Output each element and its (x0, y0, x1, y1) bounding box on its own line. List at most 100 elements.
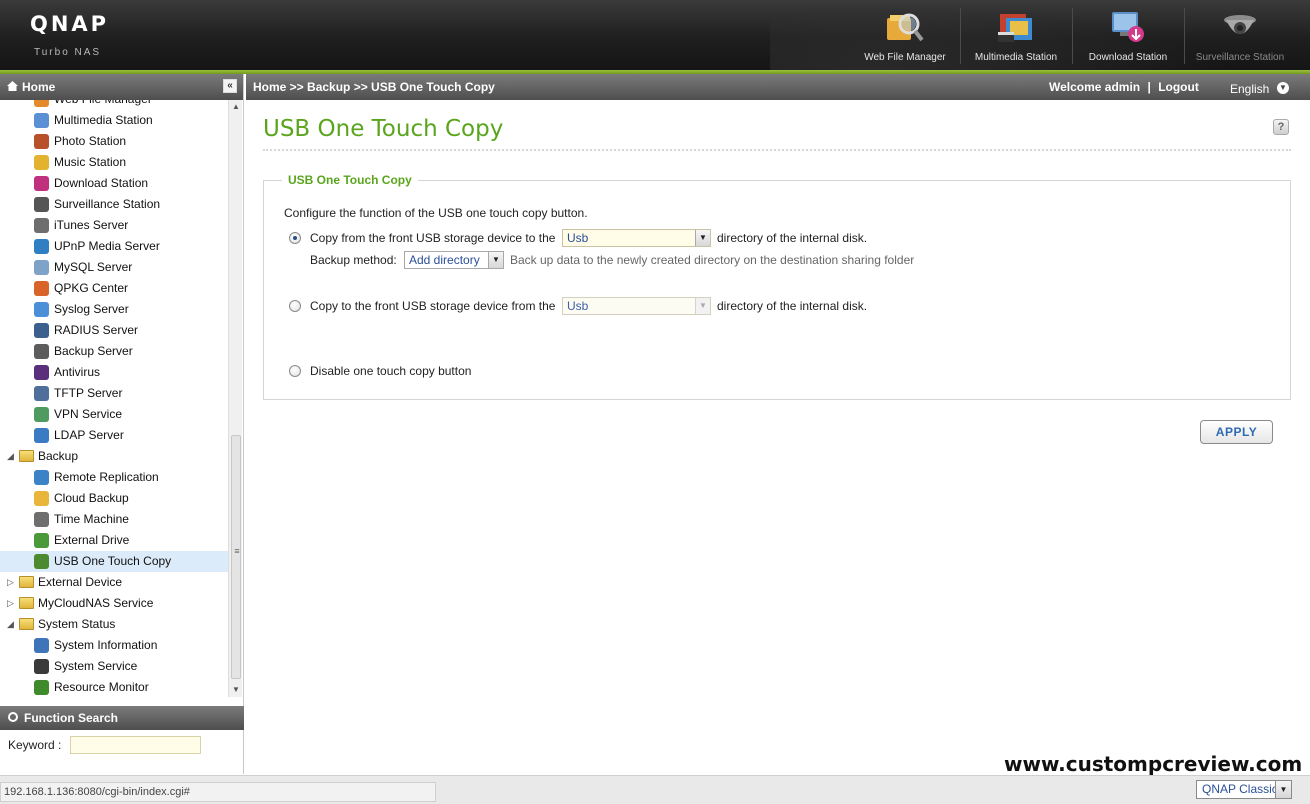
title-divider (263, 149, 1291, 151)
tree-item[interactable]: External Drive (0, 530, 228, 551)
radius-icon (34, 323, 49, 338)
chevron-down-icon[interactable]: ▼ (1277, 82, 1289, 94)
tree-item[interactable]: System Information (0, 635, 228, 656)
chevron-down-icon: ▼ (1275, 781, 1291, 798)
nav-panel-title[interactable]: Home (22, 80, 55, 94)
collapsed-arrow-icon[interactable]: ▷ (7, 593, 14, 614)
folder-icon (19, 597, 34, 609)
ldap-icon (34, 428, 49, 443)
tree-item[interactable]: RADIUS Server (0, 320, 228, 341)
chevron-down-icon: ▼ (488, 252, 503, 268)
tree-item[interactable]: QPKG Center (0, 278, 228, 299)
collapsed-arrow-icon[interactable]: ▷ (7, 572, 14, 593)
tree-item[interactable]: Time Machine (0, 509, 228, 530)
top-app-multimedia-station[interactable]: Multimedia Station (961, 6, 1071, 66)
backup-server-icon (34, 344, 49, 359)
keyword-label: Keyword : (8, 738, 62, 752)
photo-station-icon (34, 134, 49, 149)
top-app-web-file-manager[interactable]: Web File Manager (850, 6, 960, 66)
resource-monitor-icon (34, 680, 49, 695)
language-selector[interactable]: English (1230, 76, 1269, 102)
navigation-tree: Web File Manager Multimedia Station Photo … (0, 100, 228, 700)
collapse-panel-button[interactable]: « (223, 79, 237, 93)
apply-button[interactable]: APPLY (1200, 420, 1273, 444)
logout-link[interactable]: Logout (1158, 80, 1199, 94)
tree-item[interactable]: Surveillance Station (0, 194, 228, 215)
tree-item[interactable]: Multimedia Station (0, 110, 228, 131)
tree-item[interactable]: LDAP Server (0, 425, 228, 446)
tree-item[interactable]: USB One Touch Copy (0, 551, 228, 572)
option-copy-to-usb-radio[interactable] (289, 300, 301, 312)
browser-status-bar: 192.168.1.136:8080/cgi-bin/index.cgi# QN… (0, 775, 1310, 804)
tree-item-label: Surveillance Station (54, 197, 161, 211)
tree-group[interactable]: ▷ External Device (0, 572, 228, 593)
web-file-manager-icon (885, 8, 925, 46)
grip-icon: ≡ (234, 546, 240, 556)
tree-item[interactable]: Web File Manager (0, 100, 228, 110)
top-app-download-station[interactable]: Download Station (1073, 6, 1183, 66)
tree-item[interactable]: Cloud Backup (0, 488, 228, 509)
scrollbar-thumb[interactable]: ≡ (231, 435, 241, 679)
tree-item[interactable]: VPN Service (0, 404, 228, 425)
tree-item[interactable]: MySQL Server (0, 257, 228, 278)
keyword-input[interactable] (70, 736, 201, 754)
qnap-logo[interactable]: QNAP (30, 12, 109, 36)
theme-select[interactable]: QNAP Classic ▼ (1196, 780, 1292, 799)
folder-icon (19, 450, 34, 462)
tree-item[interactable]: System Service (0, 656, 228, 677)
top-app-label: Surveillance Station (1195, 52, 1285, 63)
tree-group[interactable]: ▷ MyCloudNAS Service (0, 593, 228, 614)
option-disable-radio[interactable] (289, 365, 301, 377)
top-app-surveillance-station[interactable]: Surveillance Station (1185, 6, 1295, 66)
section-title: USB One Touch Copy (282, 173, 418, 187)
chevron-down-icon: ▼ (695, 298, 710, 314)
copy-to-directory-select[interactable]: Usb ▼ (562, 297, 711, 315)
tree-item-label: Multimedia Station (54, 113, 153, 127)
option-copy-from-usb-radio[interactable] (289, 232, 301, 244)
logo-subtitle: Turbo NAS (34, 47, 102, 58)
tree-item[interactable]: Download Station (0, 173, 228, 194)
help-icon[interactable]: ? (1273, 119, 1289, 135)
option-copy-from-usb-suffix: directory of the internal disk. (717, 231, 868, 245)
tree-item[interactable]: UPnP Media Server (0, 236, 228, 257)
backup-method-select[interactable]: Add directory ▼ (404, 251, 504, 269)
scroll-up-arrow-icon[interactable]: ▲ (229, 100, 243, 114)
tree-item-label: Time Machine (54, 512, 129, 526)
top-app-label: Download Station (1088, 52, 1168, 63)
tree-item[interactable]: TFTP Server (0, 383, 228, 404)
tree-group[interactable]: ◢ Backup (0, 446, 228, 467)
tree-group[interactable]: ◢ System Status (0, 614, 228, 635)
upnp-icon (34, 239, 49, 254)
function-search-panel: Function Search Keyword : (0, 706, 244, 774)
select-value: Add directory (409, 253, 480, 267)
status-url: 192.168.1.136:8080/cgi-bin/index.cgi# (0, 782, 436, 802)
tree-item-label: Backup (38, 449, 79, 463)
tree-item-label: Antivirus (54, 365, 101, 379)
main-header-bar: Home >> Backup >> USB One Touch Copy Wel… (246, 74, 1310, 100)
tree-item[interactable]: Syslog Server (0, 299, 228, 320)
page-title: USB One Touch Copy (263, 116, 504, 142)
tree-item[interactable]: Antivirus (0, 362, 228, 383)
expanded-arrow-icon[interactable]: ◢ (7, 446, 14, 467)
copy-from-directory-select[interactable]: Usb ▼ (562, 229, 711, 247)
expanded-arrow-icon[interactable]: ◢ (7, 614, 14, 635)
tree-item-label: System Service (54, 659, 138, 673)
tree-item-label: Web File Manager (54, 100, 152, 110)
tree-item[interactable]: Resource Monitor (0, 677, 228, 698)
option-copy-to-usb-label: Copy to the front USB storage device fro… (310, 299, 556, 313)
folder-icon (19, 618, 34, 630)
breadcrumb[interactable]: Home >> Backup >> USB One Touch Copy (253, 74, 495, 100)
tree-item[interactable]: iTunes Server (0, 215, 228, 236)
tree-item-label: External Device (38, 575, 123, 589)
top-app-label: Multimedia Station (974, 52, 1058, 63)
scroll-down-arrow-icon[interactable]: ▼ (229, 683, 243, 697)
tree-item[interactable]: Music Station (0, 152, 228, 173)
tree-scrollbar[interactable]: ▲ ≡ ▼ (228, 100, 242, 697)
tree-item[interactable]: Remote Replication (0, 467, 228, 488)
tree-item-label: MySQL Server (54, 260, 133, 274)
select-value: Usb (567, 231, 589, 245)
user-welcome: Welcome admin | Logout (1049, 74, 1199, 100)
tree-item[interactable]: Photo Station (0, 131, 228, 152)
tree-item[interactable]: Backup Server (0, 341, 228, 362)
nav-panel-header: Home « (0, 74, 243, 100)
